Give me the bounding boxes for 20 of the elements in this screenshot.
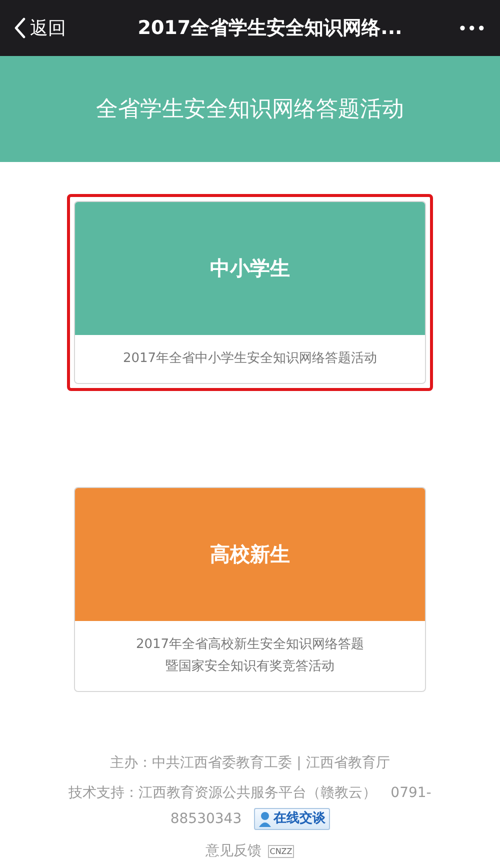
card-caption: 2017年全省中小学生安全知识网络答题活动 (122, 350, 378, 367)
stats-badge: CNZZ (268, 844, 294, 858)
sponsor-text: 主办：中共江西省委教育工委 | 江西省教育厅 (110, 754, 390, 772)
banner-title: 全省学生安全知识网络答题活动 (96, 96, 404, 124)
page-title: 2017全省学生安全知识网络... (136, 16, 404, 41)
feedback-link[interactable]: 意见反馈 (206, 842, 262, 860)
back-label[interactable]: 返回 (30, 16, 66, 40)
option-card[interactable]: 高校新生 2017年全省高校新生安全知识网络答题 暨国家安全知识有奖竞答活动 (74, 487, 426, 692)
phone-number: 88530343 (170, 811, 242, 827)
option-card[interactable]: 中小学生 2017年全省中小学生安全知识网络答题活动 (74, 201, 426, 384)
person-icon (258, 811, 272, 827)
support-text: 技术支持：江西教育资源公共服务平台（赣教云） 0791- (68, 784, 432, 802)
back-chevron-icon (14, 17, 26, 39)
card-caption: 暨国家安全知识有奖竞答活动 (166, 658, 334, 675)
more-button[interactable]: ••• (446, 18, 486, 38)
card-title: 中小学生 (210, 255, 290, 282)
chat-button[interactable]: 在线交谈 (254, 808, 330, 830)
card-caption: 2017年全省高校新生安全知识网络答题 (136, 636, 364, 653)
card-title: 高校新生 (210, 541, 290, 568)
back-button[interactable]: 返回 (14, 16, 94, 40)
